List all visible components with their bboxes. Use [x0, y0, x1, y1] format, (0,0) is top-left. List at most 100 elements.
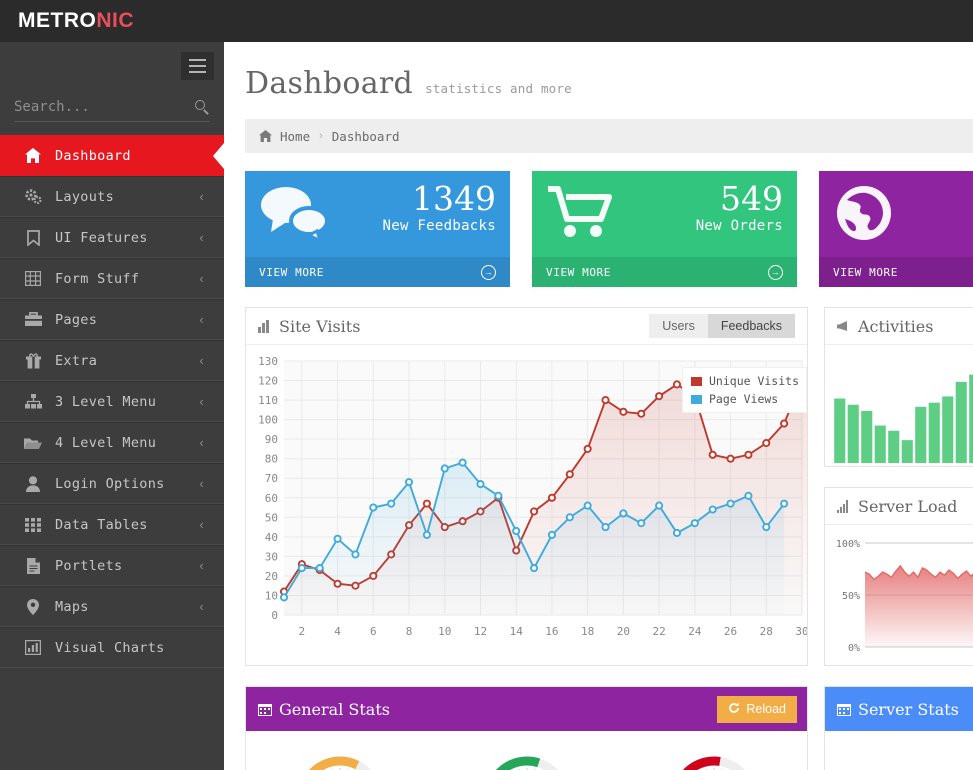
hamburger-menu-icon[interactable] [181, 52, 214, 80]
page-subtitle: statistics and more [425, 81, 572, 96]
activities-bar [901, 440, 913, 463]
top-navigation-bar: METRONIC [0, 0, 973, 42]
sidebar-item-label: Form Stuff [55, 270, 140, 287]
brand-logo-part1: METRO [18, 9, 97, 32]
sidebar-item-label: Extra [55, 352, 98, 369]
sidebar-item-label: Pages [55, 311, 98, 328]
sidebar-item-data-tables[interactable]: Data Tables ‹ [0, 504, 224, 545]
svg-text:0%: 0% [848, 643, 860, 654]
search-input[interactable] [14, 98, 194, 115]
main-content: Dashboard statistics and more Home › Das… [224, 42, 973, 770]
tab-users[interactable]: Users [649, 314, 708, 338]
svg-text:2: 2 [299, 625, 306, 638]
gauge-chart-3 [620, 739, 807, 770]
megaphone-icon [837, 320, 851, 333]
stat-tile-globe[interactable]: B VIEW MORE → [819, 171, 973, 287]
bar-chart-icon [22, 640, 44, 655]
svg-text:120: 120 [258, 375, 278, 388]
svg-text:80: 80 [265, 453, 278, 466]
sidebar-item-4-level-menu[interactable]: 4 Level Menu ‹ [0, 422, 224, 463]
sidebar-item-3-level-menu[interactable]: 3 Level Menu ‹ [0, 381, 224, 422]
svg-text:22: 22 [652, 625, 665, 638]
svg-text:50: 50 [265, 511, 278, 524]
svg-text:40: 40 [265, 531, 278, 544]
svg-text:100%: 100% [836, 539, 860, 550]
chevron-left-icon: ‹ [199, 271, 204, 286]
sidebar-item-ui-features[interactable]: UI Features ‹ [0, 217, 224, 258]
bar-chart-icon [258, 319, 272, 333]
server-stats-title: Server Stats [837, 700, 959, 719]
svg-text:60: 60 [265, 492, 278, 505]
arrow-right-icon: → [768, 264, 783, 280]
sidebar-item-login-options[interactable]: Login Options ‹ [0, 463, 224, 504]
gauge-1 [308, 756, 359, 770]
table-icon [22, 271, 44, 286]
svg-text:90: 90 [265, 433, 278, 446]
chevron-left-icon: ‹ [199, 189, 204, 204]
legend-label: Page Views [709, 392, 779, 406]
home-icon [259, 130, 272, 142]
gauge-chart-1 [246, 739, 433, 770]
sidebar-item-label: Login Options [55, 475, 165, 492]
general-stats-body [246, 731, 807, 770]
shopping-cart-icon [546, 183, 616, 245]
sidebar-item-portlets[interactable]: Portlets ‹ [0, 545, 224, 586]
svg-text:16: 16 [545, 625, 558, 638]
tile-footer[interactable]: VIEW MORE → [819, 257, 973, 287]
sidebar-item-label: UI Features [55, 229, 148, 246]
sidebar-item-label: Visual Charts [55, 639, 165, 656]
chart-legend: Unique Visits Page Views [682, 367, 807, 413]
legend-item: Unique Visits [690, 372, 799, 390]
sidebar-item-extra[interactable]: Extra ‹ [0, 340, 224, 381]
activities-bar [915, 406, 927, 463]
gift-icon [22, 352, 44, 369]
brand-logo-part2: NIC [96, 9, 134, 32]
general-stats-title: General Stats [258, 700, 390, 719]
calendar-icon [258, 703, 272, 716]
sidebar-item-label: Layouts [55, 188, 114, 205]
sidebar-item-maps[interactable]: Maps ‹ [0, 586, 224, 627]
stat-tile-new-orders[interactable]: 549 New Orders VIEW MORE → [532, 171, 797, 287]
site-visits-body: 0 10 20 30 40 50 60 70 80 90 100 110 120 130 2 4 6 8 10 12 1… [246, 345, 807, 665]
sidebar-item-visual-charts[interactable]: Visual Charts [0, 627, 224, 668]
chevron-left-icon: ‹ [199, 476, 204, 491]
legend-item: Page Views [690, 390, 799, 408]
sidebar-item-pages[interactable]: Pages ‹ [0, 299, 224, 340]
activities-bar [942, 396, 954, 463]
sidebar-item-dashboard[interactable]: Dashboard [0, 135, 224, 176]
brand-logo[interactable]: METRONIC [18, 9, 134, 33]
reload-button[interactable]: Reload [717, 695, 797, 723]
sitemap-icon [22, 394, 44, 409]
breadcrumb-home-link[interactable]: Home [280, 129, 310, 144]
breadcrumb: Home › Dashboard [245, 119, 973, 153]
arrow-right-icon: → [481, 264, 496, 280]
activities-bar [928, 402, 940, 463]
server-stats-portlet: Server Stats [824, 686, 973, 770]
svg-text:18: 18 [581, 625, 594, 638]
map-marker-icon [22, 598, 44, 615]
activities-bar-chart[interactable] [833, 351, 973, 463]
chevron-left-icon: ‹ [199, 312, 204, 327]
sidebar-item-label: 4 Level Menu [55, 434, 157, 451]
sidebar-item-layouts[interactable]: Layouts ‹ [0, 176, 224, 217]
svg-text:14: 14 [510, 625, 524, 638]
tile-footer[interactable]: VIEW MORE → [532, 257, 797, 287]
chevron-left-icon: ‹ [199, 517, 204, 532]
svg-text:6: 6 [370, 625, 377, 638]
page-title: Dashboard [245, 66, 414, 101]
sidebar-toggle-row [0, 42, 224, 86]
activities-bar [888, 430, 900, 463]
tab-feedbacks[interactable]: Feedbacks [707, 314, 795, 338]
svg-text:110: 110 [258, 394, 278, 407]
svg-text:50%: 50% [842, 591, 860, 602]
sidebar-item-form-stuff[interactable]: Form Stuff ‹ [0, 258, 224, 299]
activities-body [825, 345, 973, 467]
tile-footer[interactable]: VIEW MORE → [245, 257, 510, 287]
server-load-area-chart[interactable]: 100% 50% 0% [825, 525, 973, 666]
stat-tile-new-feedbacks[interactable]: 1349 New Feedbacks VIEW MORE → [245, 171, 510, 287]
sidebar-item-label: Maps [55, 598, 89, 615]
home-icon [22, 148, 44, 163]
svg-text:12: 12 [474, 625, 487, 638]
svg-text:20: 20 [617, 625, 630, 638]
search-icon[interactable] [194, 99, 210, 115]
